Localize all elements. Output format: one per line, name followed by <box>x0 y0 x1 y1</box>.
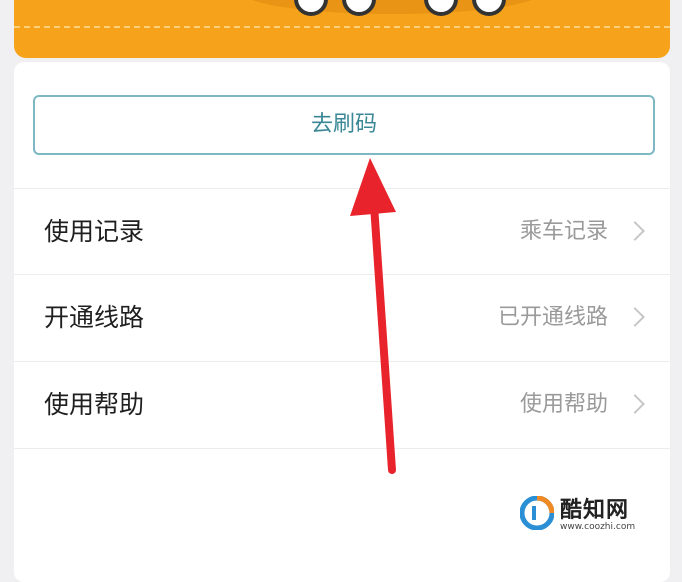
watermark-url: www.coozhi.com <box>560 522 636 532</box>
coozhi-logo-icon <box>520 496 554 530</box>
watermark-title: 酷知网 <box>560 498 630 523</box>
watermark: 酷知网 www.coozhi.com <box>510 484 670 550</box>
